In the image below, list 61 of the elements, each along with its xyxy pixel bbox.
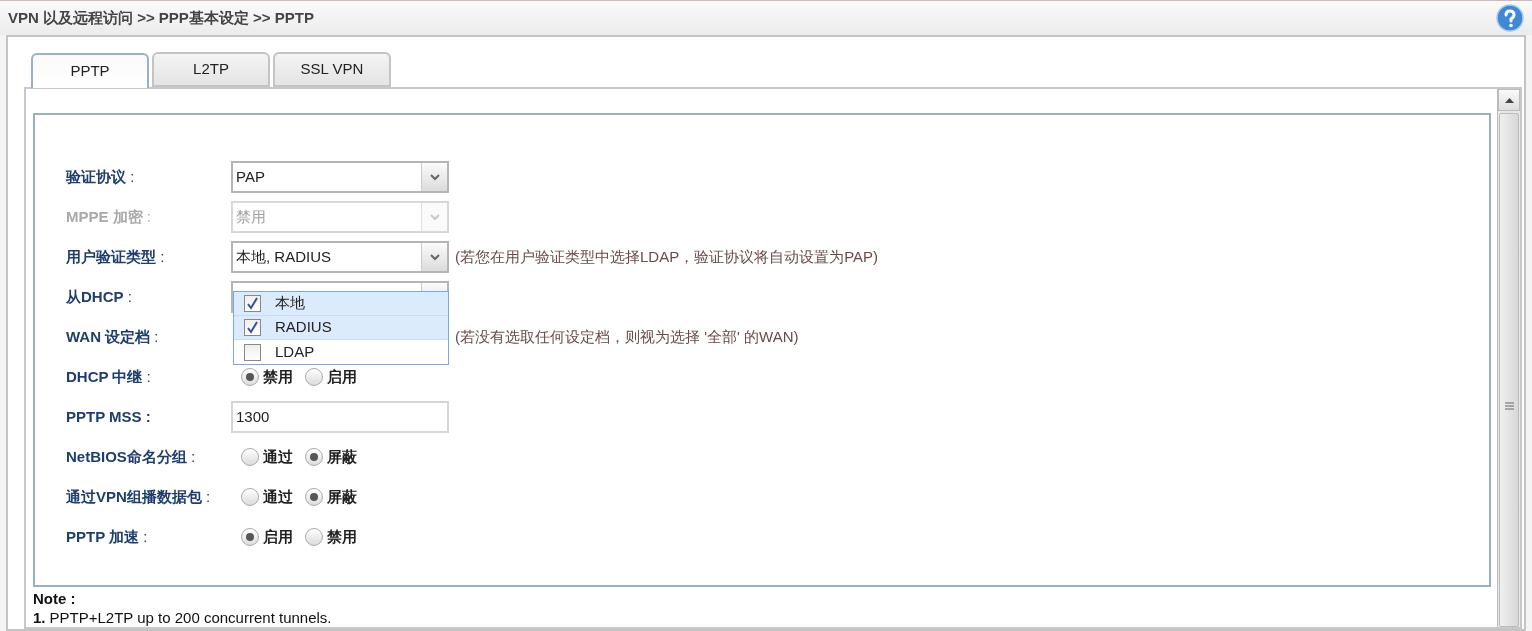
check-icon bbox=[246, 297, 259, 310]
radio-button[interactable] bbox=[305, 528, 323, 546]
note-title: Note : bbox=[33, 589, 77, 608]
select-value: PAP bbox=[235, 166, 266, 187]
field-label: NetBIOS命名分组 : bbox=[66, 446, 197, 467]
radio-label: 禁用 bbox=[327, 526, 357, 547]
caret-icon bbox=[429, 213, 440, 221]
radio-label: 通过 bbox=[263, 486, 293, 507]
radio-button[interactable] bbox=[305, 488, 323, 506]
radio-button[interactable] bbox=[305, 368, 323, 386]
radio-button[interactable] bbox=[241, 448, 259, 466]
field-label: PPTP 加速 : bbox=[66, 526, 149, 547]
field-label: 用户验证类型 : bbox=[66, 246, 166, 267]
checkbox[interactable] bbox=[244, 295, 261, 312]
option-label: 本地 bbox=[275, 293, 305, 314]
radio-button[interactable] bbox=[241, 368, 259, 386]
note-text: PPTP+L2TP up to 200 concurrent tunnels. bbox=[49, 608, 332, 627]
field-label: DHCP 中继 : bbox=[66, 366, 152, 387]
radio-label: 通过 bbox=[263, 446, 293, 467]
select-value: 禁用 bbox=[235, 206, 267, 227]
scroll-thumb[interactable] bbox=[1499, 113, 1519, 627]
radio-label: 屏蔽 bbox=[327, 486, 357, 507]
radio-label: 启用 bbox=[263, 526, 293, 547]
select-field[interactable]: 本地, RADIUS bbox=[231, 241, 449, 273]
option-label: RADIUS bbox=[275, 317, 332, 338]
radio-label: 启用 bbox=[327, 366, 357, 387]
field-label: PPTP MSS : bbox=[66, 406, 152, 427]
radio-label: 屏蔽 bbox=[327, 446, 357, 467]
input-value: 1300 bbox=[236, 406, 270, 427]
scroll-up-button[interactable] bbox=[1498, 89, 1520, 111]
checkbox[interactable] bbox=[244, 343, 261, 361]
radio-button[interactable] bbox=[241, 488, 259, 506]
scrollbar[interactable] bbox=[1497, 89, 1520, 627]
select-value: 本地, RADIUS bbox=[235, 246, 332, 267]
hint-text: (若您在用户验证类型中选择LDAP，验证协议将自动设置为PAP) bbox=[455, 246, 879, 267]
caret-icon bbox=[429, 173, 440, 181]
grip-icon bbox=[1504, 402, 1514, 410]
dropdown-option[interactable]: 本地 bbox=[234, 292, 448, 316]
select-field[interactable]: PAP bbox=[231, 161, 449, 193]
field-label: 验证协议 : bbox=[66, 166, 136, 187]
radio-label: 禁用 bbox=[263, 366, 293, 387]
field-label: 从DHCP : bbox=[66, 286, 133, 307]
tab[interactable]: L2TP bbox=[152, 52, 270, 87]
radio-button[interactable] bbox=[305, 448, 323, 466]
up-arrow-icon bbox=[1504, 97, 1514, 103]
tab[interactable]: PPTP bbox=[31, 53, 149, 88]
text-input[interactable]: 1300 bbox=[231, 401, 449, 433]
checkbox[interactable] bbox=[244, 319, 261, 336]
field-label: MPPE 加密 : bbox=[66, 206, 153, 227]
caret-icon bbox=[429, 253, 440, 261]
field-label: 通过VPN组播数据包 : bbox=[66, 486, 212, 507]
tab[interactable]: SSL VPN bbox=[273, 52, 391, 87]
breadcrumb: VPN 以及远程访问 >> PPP基本设定 >> PPTP bbox=[8, 7, 314, 28]
hint-text: (若没有选取任何设定档，则视为选择 '全部' 的WAN) bbox=[455, 326, 799, 347]
option-label: LDAP bbox=[275, 341, 315, 362]
field-label: WAN 设定档 : bbox=[66, 326, 160, 347]
dropdown-option[interactable]: RADIUS bbox=[234, 316, 448, 340]
radio-button[interactable] bbox=[241, 528, 259, 546]
check-icon bbox=[246, 321, 259, 334]
note-number: 1. bbox=[33, 608, 46, 627]
help-icon[interactable] bbox=[1496, 4, 1524, 32]
